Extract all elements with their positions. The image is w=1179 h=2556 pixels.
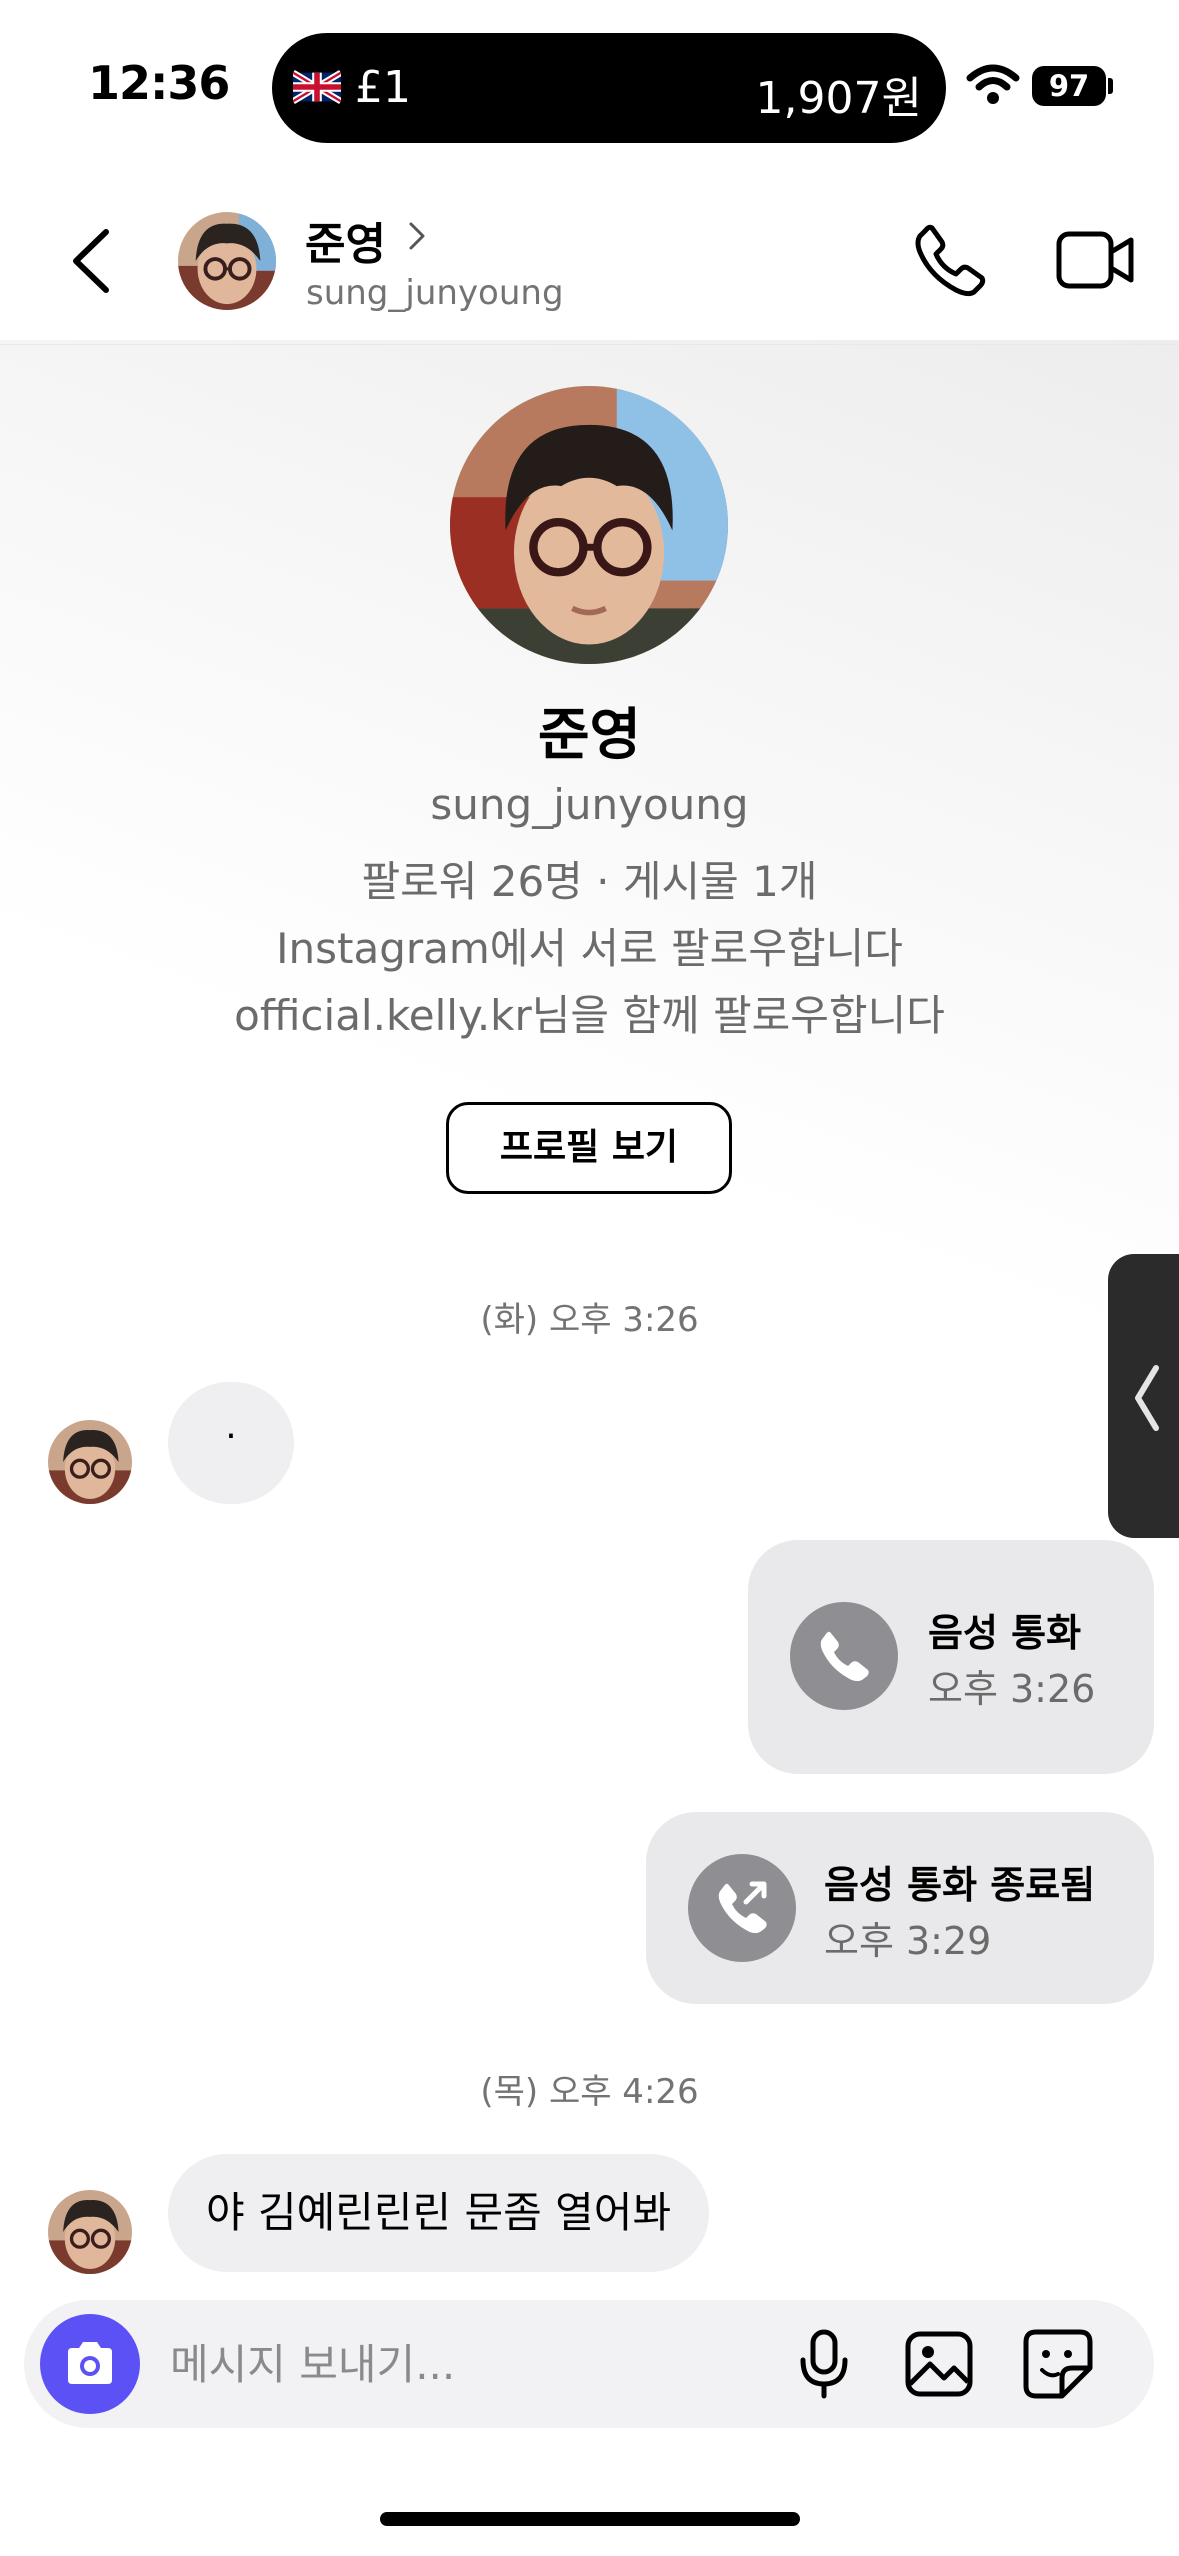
profile-username: sung_junyoung [430,780,749,829]
call-icon-circle [790,1602,898,1710]
wifi-icon [966,64,1020,104]
received-message-bubble[interactable]: 야 김예린린린 문좀 열어봐 [168,2154,710,2272]
message-input[interactable] [168,2330,772,2398]
profile-mutual-follow: Instagram에서 서로 팔로우합니다 [276,924,903,973]
phone-icon [820,1631,869,1682]
chevron-right-icon[interactable] [405,218,429,254]
status-time: 12:36 [88,56,230,110]
message-composer [24,2300,1154,2428]
view-profile-button[interactable]: 프로필 보기 [446,1102,732,1194]
outgoing-call-icon [718,1881,767,1934]
header-name[interactable]: 준영 [305,208,386,272]
phone-call-icon[interactable] [912,222,988,298]
call-time: 오후 3:26 [928,1667,1096,1711]
sender-avatar[interactable] [48,1420,132,1504]
side-panel-tab[interactable] [1108,1254,1179,1538]
sticker-icon[interactable] [1022,2328,1094,2400]
header-username[interactable]: sung_junyoung [306,273,564,313]
camera-button[interactable] [40,2314,140,2414]
call-ended-bubble[interactable]: 음성 통화 종료됨 오후 3:29 [646,1812,1154,2004]
profile-followed-by: official.kelly.kr님을 함께 팔로우합니다 [234,991,945,1040]
microphone-icon[interactable] [796,2328,852,2400]
chevron-left-icon [1135,1365,1159,1431]
voice-call-bubble[interactable]: 음성 통화 오후 3:26 [748,1540,1154,1774]
uk-flag-icon [293,69,341,105]
battery-nub [1108,78,1113,94]
pill-right-amount: 1,907원 [755,73,922,124]
timestamp: (화) 오후 3:26 [480,1300,699,1340]
timestamp: (목) 오후 4:26 [480,2072,699,2112]
home-indicator [380,2512,800,2526]
dynamic-island-pill[interactable]: £1 1,907원 [272,33,946,143]
camera-icon [68,2342,112,2384]
call-time: 오후 3:29 [824,1919,992,1963]
pill-left-amount: £1 [355,62,411,113]
call-title: 음성 통화 [928,1611,1082,1655]
profile-name: 준영 [537,703,642,768]
video-call-icon[interactable] [1055,228,1135,292]
back-arrow-icon[interactable] [66,226,116,296]
profile-avatar[interactable] [450,386,728,664]
call-icon-circle [688,1854,796,1962]
header-avatar[interactable] [178,212,276,310]
sender-avatar[interactable] [48,2190,132,2274]
profile-stats: 팔로워 26명 · 게시물 1개 [361,857,818,906]
received-message-bubble[interactable]: · [168,1382,294,1504]
header-divider [0,344,1179,345]
call-title: 음성 통화 종료됨 [824,1863,1096,1907]
battery-level: 97 [1032,66,1106,106]
image-gallery-icon[interactable] [904,2330,974,2398]
